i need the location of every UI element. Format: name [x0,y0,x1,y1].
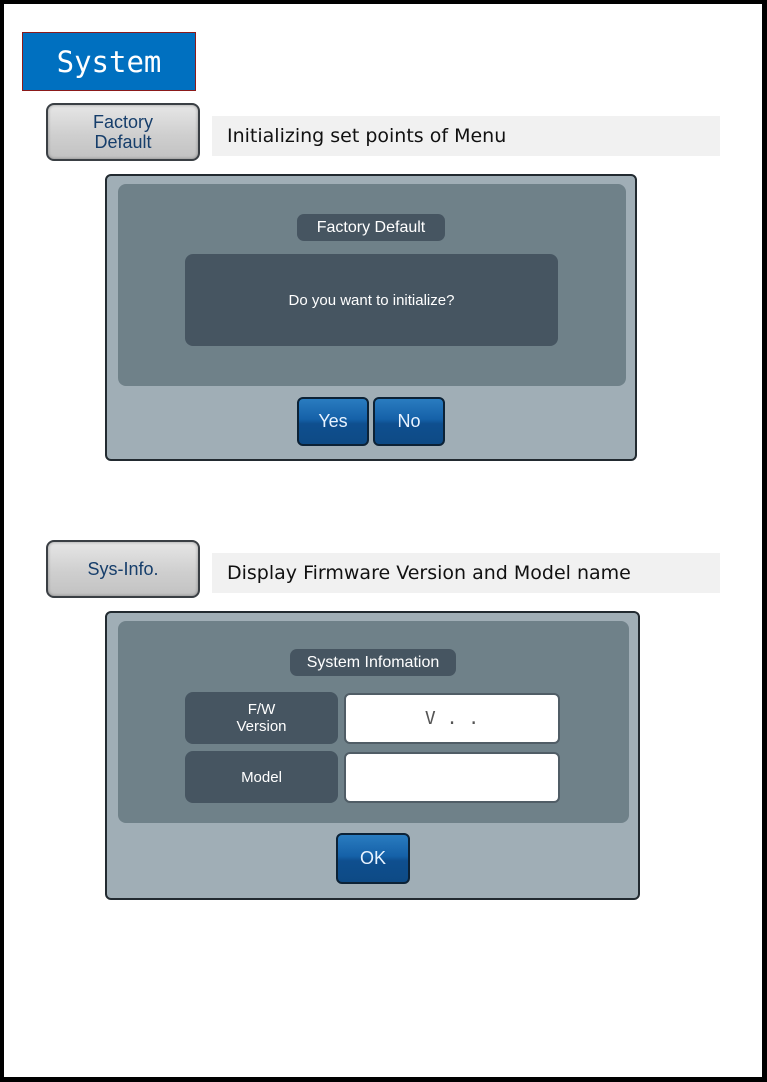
fw-version-label-line1: F/W [247,701,276,718]
factory-default-button[interactable]: Factory Default [46,103,200,161]
dialog-title: Factory Default [297,214,445,241]
fw-version-label-line2: Version [236,718,287,735]
dialog-message: Do you want to initialize? [185,254,558,346]
sys-info-button[interactable]: Sys-Info. [46,540,200,598]
factory-default-button-label-1: Factory [92,112,153,132]
ok-button[interactable]: OK [336,833,410,884]
factory-default-dialog: Factory Default Do you want to initializ… [105,174,637,461]
fw-version-label: F/W Version [185,692,338,744]
sys-info-description: Display Firmware Version and Model name [212,553,720,593]
model-value [344,752,560,803]
factory-default-button-label-2: Default [94,132,152,152]
no-button[interactable]: No [373,397,445,446]
sys-info-button-label: Sys-Info. [87,559,159,579]
yes-button[interactable]: Yes [297,397,369,446]
page-title: System [22,32,196,91]
fw-version-value: V . . [344,693,560,744]
system-information-dialog: System Infomation F/W Version V . . Mode… [105,611,640,900]
dialog-title: System Infomation [290,649,456,676]
factory-default-description: Initializing set points of Menu [212,116,720,156]
model-label: Model [185,751,338,803]
